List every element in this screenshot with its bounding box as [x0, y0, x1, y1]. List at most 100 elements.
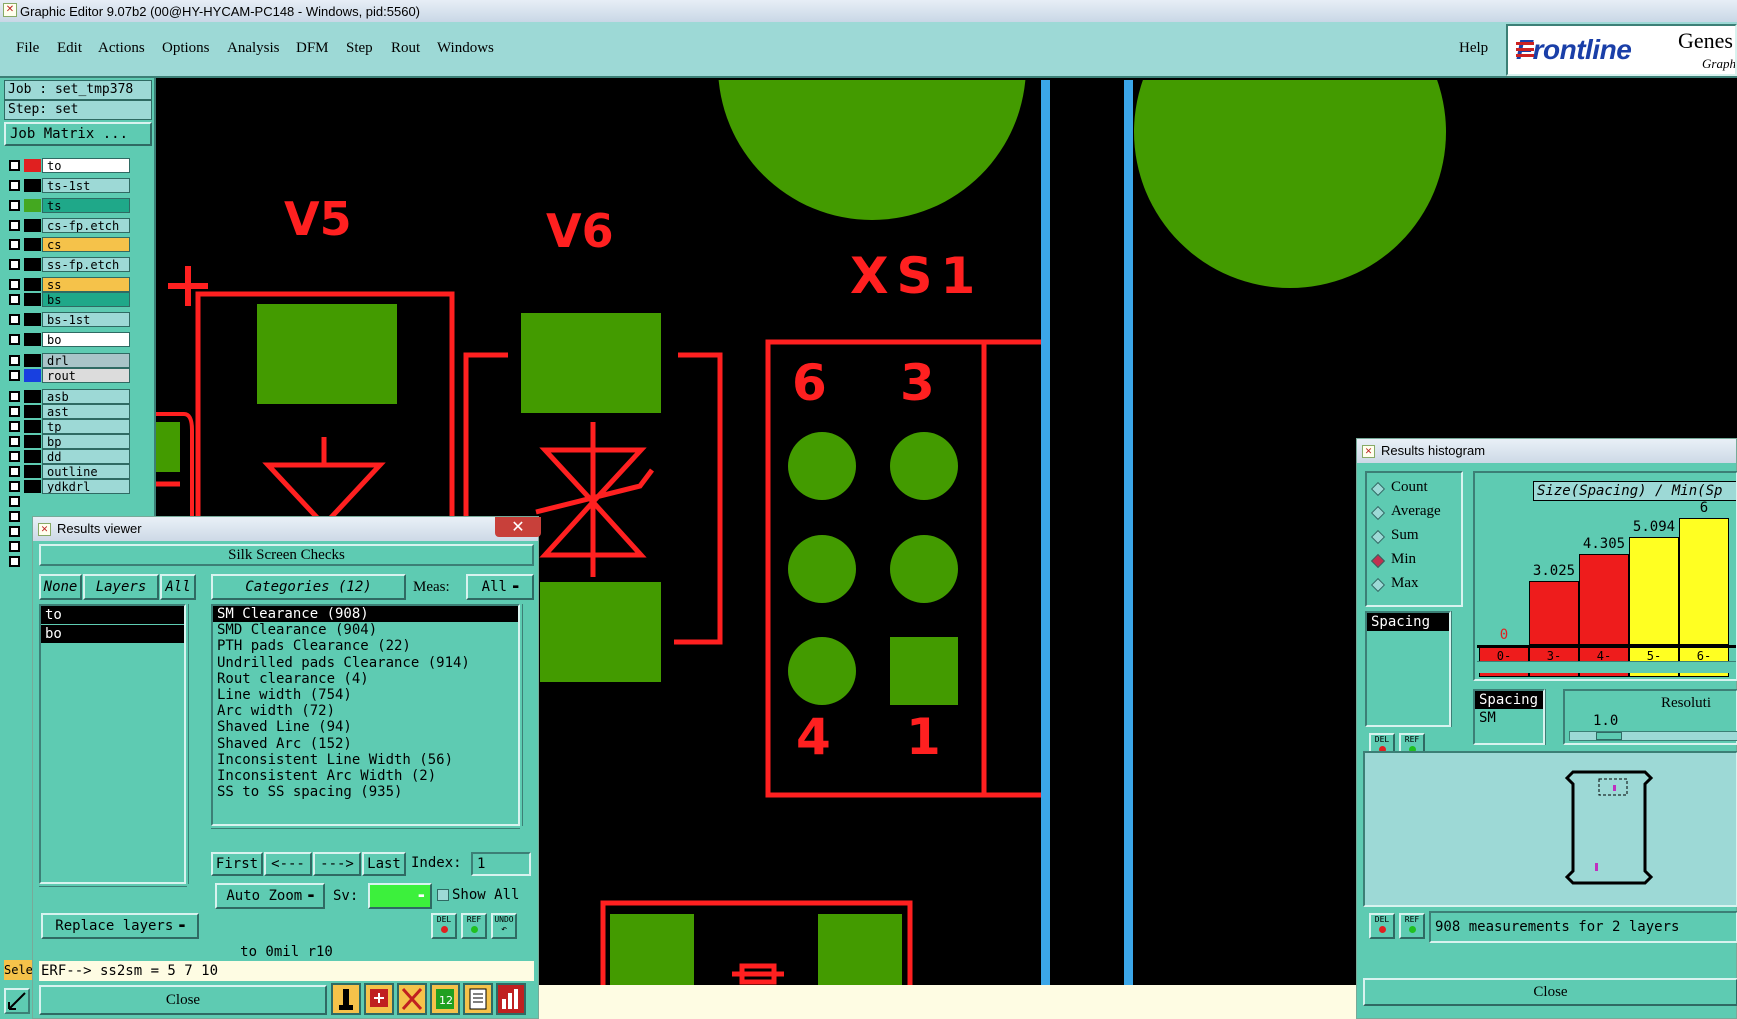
meas-select[interactable]: All ▬ — [466, 574, 534, 600]
delete-tool-icon[interactable] — [397, 983, 427, 1015]
layer-name[interactable]: drl — [42, 353, 130, 368]
menu-step[interactable]: Step — [346, 40, 373, 57]
layer-name[interactable]: bs-1st — [42, 312, 130, 327]
layers-list[interactable]: to bo — [39, 604, 186, 884]
radio-diamond-icon[interactable] — [1370, 505, 1386, 521]
category-item[interactable]: Shaved Line (94) — [213, 719, 518, 735]
category-item[interactable]: Line width (754) — [213, 687, 518, 703]
layer-checkbox[interactable] — [9, 406, 20, 417]
category-item[interactable]: SM Clearance (908) — [213, 606, 518, 623]
layer-row-bs[interactable]: bs — [6, 292, 130, 307]
layer-row-ast[interactable]: ast — [6, 404, 130, 419]
layer-name[interactable]: ss-fp.etch — [42, 257, 130, 272]
measure-list[interactable]: Spacing — [1365, 611, 1451, 727]
histogram-close-button[interactable]: Close — [1363, 978, 1737, 1006]
radio-diamond-icon[interactable] — [1370, 481, 1386, 497]
layer-row-ss[interactable]: ss — [6, 277, 130, 292]
categories-button[interactable]: Categories (12) — [211, 574, 406, 600]
menu-dfm[interactable]: DFM — [296, 40, 329, 57]
menu-rout[interactable]: Rout — [391, 40, 420, 57]
del-button[interactable]: DEL — [431, 913, 457, 939]
numbering-tool-icon[interactable]: 12 — [430, 983, 460, 1015]
layer-checkbox[interactable] — [9, 370, 20, 381]
layer-checkbox[interactable] — [9, 355, 20, 366]
layer-checkbox[interactable] — [9, 511, 20, 522]
layer-checkbox[interactable] — [9, 279, 20, 290]
list-item[interactable]: SM — [1475, 709, 1543, 727]
histogram-tool-icon[interactable] — [496, 983, 526, 1015]
histogram-bar[interactable] — [1629, 537, 1679, 645]
list-item[interactable]: Spacing — [1475, 691, 1543, 709]
menu-options[interactable]: Options — [162, 40, 210, 57]
menu-analysis[interactable]: Analysis — [227, 40, 280, 57]
histogram-bar[interactable] — [1579, 554, 1629, 645]
measure-tool-icon[interactable] — [4, 988, 30, 1014]
layer-checkbox[interactable] — [9, 259, 20, 270]
replace-layers-select[interactable]: Replace layers ▬ — [41, 913, 199, 939]
layer-checkbox[interactable] — [9, 334, 20, 345]
sublist-scrollbar[interactable] — [1545, 689, 1559, 745]
categories-hscrollbar[interactable] — [211, 828, 520, 840]
radio-diamond-icon[interactable] — [1370, 529, 1386, 545]
histogram-bar[interactable] — [1679, 518, 1729, 645]
layer-name[interactable]: ss — [42, 277, 130, 292]
layer-checkbox[interactable] — [9, 314, 20, 325]
category-item[interactable]: Shaved Arc (152) — [213, 736, 518, 752]
layer-row-bs-1st[interactable]: bs-1st — [6, 312, 130, 327]
menu-file[interactable]: File — [16, 40, 39, 57]
category-item[interactable]: Inconsistent Line Width (56) — [213, 752, 518, 768]
window-title-bar[interactable]: ✕ Graphic Editor 9.07b2 (00@HY-HYCAM-PC1… — [0, 0, 1737, 22]
job-matrix-button[interactable]: Job Matrix ... — [4, 122, 152, 146]
results-viewer-title-bar[interactable]: ✕ Results viewer — [33, 517, 538, 541]
layer-checkbox[interactable] — [9, 436, 20, 447]
layer-row-ydkdrl[interactable]: ydkdrl — [6, 479, 130, 494]
layer-name[interactable]: dd — [42, 449, 130, 464]
radio-diamond-icon[interactable] — [1370, 553, 1386, 569]
category-item[interactable]: SS to SS spacing (935) — [213, 784, 518, 800]
report-tool-icon[interactable] — [463, 983, 493, 1015]
layer-checkbox[interactable] — [9, 526, 20, 537]
ref-button[interactable]: REF — [461, 913, 487, 939]
layer-row-ts[interactable]: ts — [6, 198, 130, 213]
index-input[interactable]: 1 — [471, 852, 531, 876]
layer-row-asb[interactable]: asb — [6, 389, 130, 404]
prev-button[interactable]: <--- — [264, 852, 312, 876]
layer-name[interactable]: ydkdrl — [42, 479, 130, 494]
layer-row-to[interactable]: to — [6, 158, 130, 173]
category-item[interactable]: Undrilled pads Clearance (914) — [213, 655, 518, 671]
layer-name[interactable]: tp — [42, 419, 130, 434]
layer-checkbox[interactable] — [9, 541, 20, 552]
layer-row-bo[interactable]: bo — [6, 332, 130, 347]
layers-all-button[interactable]: All — [160, 574, 196, 600]
resolution-slider[interactable] — [1569, 731, 1737, 741]
layer-name[interactable]: bp — [42, 434, 130, 449]
layer-row-outline[interactable]: outline — [6, 464, 130, 479]
layer-row-drl[interactable]: drl — [6, 353, 130, 368]
layer-checkbox[interactable] — [9, 180, 20, 191]
layer-checkbox[interactable] — [9, 481, 20, 492]
close-icon[interactable]: ✕ — [495, 517, 541, 537]
layers-hscrollbar[interactable] — [39, 886, 187, 898]
layers-none-button[interactable]: None — [39, 574, 82, 600]
layer-checkbox[interactable] — [9, 421, 20, 432]
radio-diamond-icon[interactable] — [1370, 577, 1386, 593]
category-item[interactable]: PTH pads Clearance (22) — [213, 638, 518, 654]
layer-name[interactable]: bo — [42, 332, 130, 347]
layer-name[interactable]: to — [42, 158, 130, 173]
layer-name[interactable]: ast — [42, 404, 130, 419]
menu-help[interactable]: Help — [1459, 40, 1488, 57]
sv-color-select[interactable]: ▬ — [368, 883, 432, 909]
layer-row-cs-fp.etch[interactable]: cs-fp.etch — [6, 218, 130, 233]
chart-hscrollbar[interactable] — [1477, 661, 1736, 673]
last-button[interactable]: Last — [362, 852, 406, 876]
select-tool-icon[interactable] — [364, 983, 394, 1015]
layer-checkbox[interactable] — [9, 451, 20, 462]
category-item[interactable]: Inconsistent Arc Width (2) — [213, 768, 518, 784]
layer-row-empty[interactable] — [6, 494, 126, 509]
layer-name[interactable]: ts-1st — [42, 178, 130, 193]
layer-name[interactable]: asb — [42, 389, 130, 404]
layer-checkbox[interactable] — [9, 220, 20, 231]
layer-name[interactable]: rout — [42, 368, 130, 383]
auto-zoom-select[interactable]: Auto Zoom ▬ — [215, 883, 325, 909]
category-item[interactable]: Rout clearance (4) — [213, 671, 518, 687]
